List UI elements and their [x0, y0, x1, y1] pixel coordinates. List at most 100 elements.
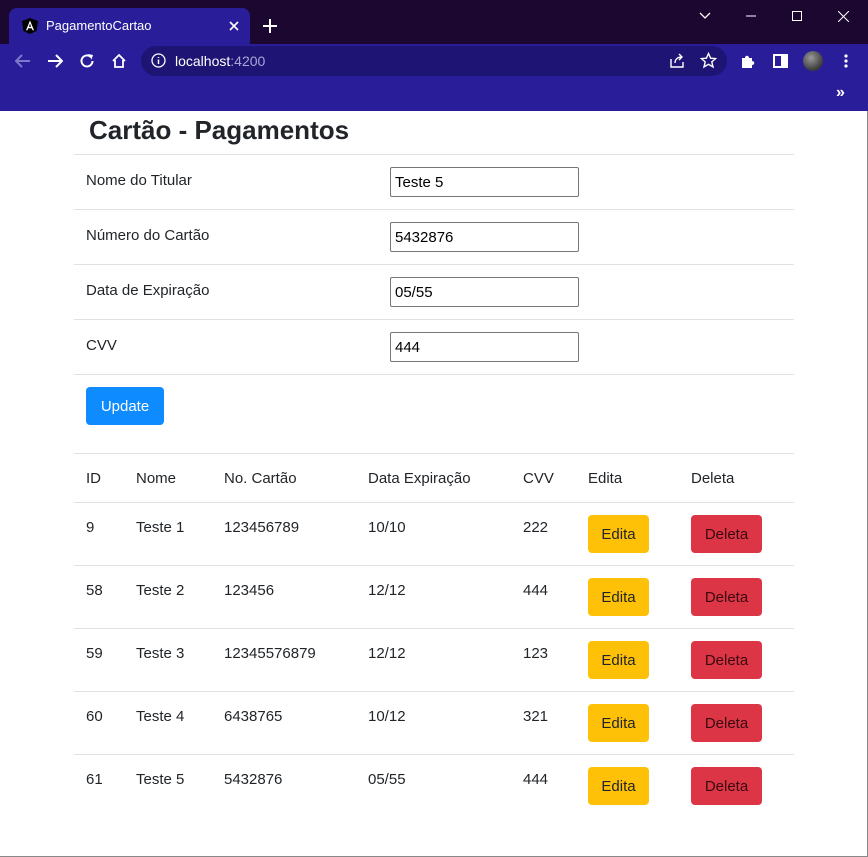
cell-expiration: 10/10 [356, 502, 511, 566]
cell-expiration: 12/12 [356, 628, 511, 692]
back-arrow-icon [15, 54, 30, 68]
card-form: Nome do Titular Número do Cartão Data de… [74, 154, 794, 375]
browser-tab[interactable]: PagamentoCartao [9, 8, 250, 44]
new-tab-button[interactable] [258, 14, 282, 38]
table-row: 61 Teste 5 5432876 05/55 444 Edita Delet… [74, 755, 794, 818]
side-panel-icon [772, 54, 788, 68]
header-id: ID [74, 453, 124, 503]
side-panel-button[interactable] [768, 49, 792, 73]
table-header-row: ID Nome No. Cartão Data Expiração CVV Ed… [74, 453, 794, 503]
cell-card-number: 6438765 [212, 691, 356, 755]
cell-nome: Teste 1 [124, 502, 212, 566]
cell-edit: Edita [576, 755, 679, 818]
maximize-button[interactable] [774, 0, 820, 32]
address-bar[interactable]: localhost:4200 [141, 46, 727, 76]
bookmarks-bar: » [0, 78, 868, 111]
table-row: 9 Teste 1 123456789 10/10 222 Edita Dele… [74, 502, 794, 566]
cell-cvv: 321 [511, 691, 576, 755]
cvv-label: CVV [86, 337, 117, 354]
puzzle-icon [742, 55, 755, 68]
expiration-input[interactable] [390, 277, 579, 307]
payments-table: ID Nome No. Cartão Data Expiração CVV Ed… [74, 453, 794, 817]
table-row: 58 Teste 2 123456 12/12 444 Edita Deleta [74, 565, 794, 629]
cell-nome: Teste 5 [136, 771, 185, 788]
cell-id: 9 [74, 502, 124, 566]
cell-edit: Edita [576, 628, 679, 692]
page-title: Cartão - Pagamentos [89, 115, 350, 145]
edit-button[interactable]: Edita [588, 704, 649, 742]
edit-button[interactable]: Edita [588, 515, 649, 553]
cell-delete: Deleta [679, 628, 794, 692]
reload-icon [80, 54, 94, 68]
browser-menu-button[interactable] [834, 49, 858, 73]
cell-id: 60 [74, 691, 124, 755]
home-icon [112, 53, 126, 68]
site-info-icon[interactable] [151, 53, 166, 68]
cell-delete: Deleta [679, 502, 794, 566]
cell-id: 61 [86, 771, 103, 788]
url-text: localhost:4200 [175, 53, 265, 69]
cell-card-number: 123456789 [212, 502, 356, 566]
cell-card-number: 5432876 [224, 771, 283, 788]
kebab-menu-icon [844, 54, 848, 68]
update-button[interactable]: Update [86, 387, 164, 425]
tab-search-button[interactable] [682, 0, 728, 32]
cell-nome: Teste 3 [124, 628, 212, 692]
table-row: 60 Teste 4 6438765 10/12 321 Edita Delet… [74, 691, 794, 755]
close-icon [837, 10, 849, 22]
cell-expiration: 12/12 [356, 565, 511, 629]
cell-id: 58 [74, 565, 124, 629]
plus-icon [263, 19, 277, 33]
cell-delete: Deleta [679, 755, 794, 818]
cell-delete: Deleta [679, 565, 794, 629]
header-expiration: Data Expiração [356, 453, 511, 503]
bookmarks-overflow-button[interactable]: » [836, 84, 845, 102]
cell-expiration: 10/12 [356, 691, 511, 755]
minimize-icon [746, 15, 756, 17]
holder-name-label: Nome do Titular [86, 172, 192, 189]
delete-button[interactable]: Deleta [691, 515, 762, 553]
minimize-button[interactable] [728, 0, 774, 32]
cell-edit: Edita [576, 691, 679, 755]
bookmark-star-icon[interactable] [700, 52, 717, 69]
delete-button[interactable]: Deleta [691, 767, 762, 805]
header-delete: Deleta [679, 453, 794, 503]
share-icon[interactable] [669, 53, 685, 69]
tab-title: PagamentoCartao [46, 18, 152, 33]
cell-delete: Deleta [679, 691, 794, 755]
card-number-input[interactable] [390, 222, 579, 252]
cell-cvv: 444 [511, 565, 576, 629]
url-port: :4200 [230, 53, 266, 69]
home-button[interactable] [107, 49, 131, 73]
delete-button[interactable]: Deleta [691, 641, 762, 679]
delete-button[interactable]: Deleta [691, 578, 762, 616]
page-content: Cartão - Pagamentos Nome do Titular Núme… [0, 111, 868, 857]
holder-name-input[interactable] [390, 167, 579, 197]
cell-card-number: 12345576879 [212, 628, 356, 692]
edit-button[interactable]: Edita [588, 578, 649, 616]
form-row-holder-name: Nome do Titular [74, 154, 794, 209]
profile-avatar[interactable] [803, 51, 823, 71]
angular-logo-icon [22, 18, 38, 34]
edit-button[interactable]: Edita [588, 767, 649, 805]
maximize-icon [792, 11, 802, 21]
delete-button[interactable]: Deleta [691, 704, 762, 742]
cell-card-number: 123456 [212, 565, 356, 629]
reload-button[interactable] [75, 49, 99, 73]
close-window-button[interactable] [820, 0, 866, 32]
header-cvv: CVV [511, 453, 576, 503]
forward-button[interactable] [43, 49, 67, 73]
extensions-button[interactable] [736, 49, 760, 73]
expiration-label: Data de Expiração [86, 282, 210, 299]
cell-cvv: 123 [511, 628, 576, 692]
card-number-label: Número do Cartão [86, 227, 210, 244]
cell-nome: Teste 4 [124, 691, 212, 755]
back-button[interactable] [11, 49, 35, 73]
url-host: localhost [175, 53, 231, 69]
table-row: 59 Teste 3 12345576879 12/12 123 Edita D… [74, 628, 794, 692]
header-nome: Nome [124, 453, 212, 503]
cell-edit: Edita [576, 502, 679, 566]
tab-close-icon[interactable] [225, 17, 243, 35]
cvv-input[interactable] [390, 332, 579, 362]
edit-button[interactable]: Edita [588, 641, 649, 679]
